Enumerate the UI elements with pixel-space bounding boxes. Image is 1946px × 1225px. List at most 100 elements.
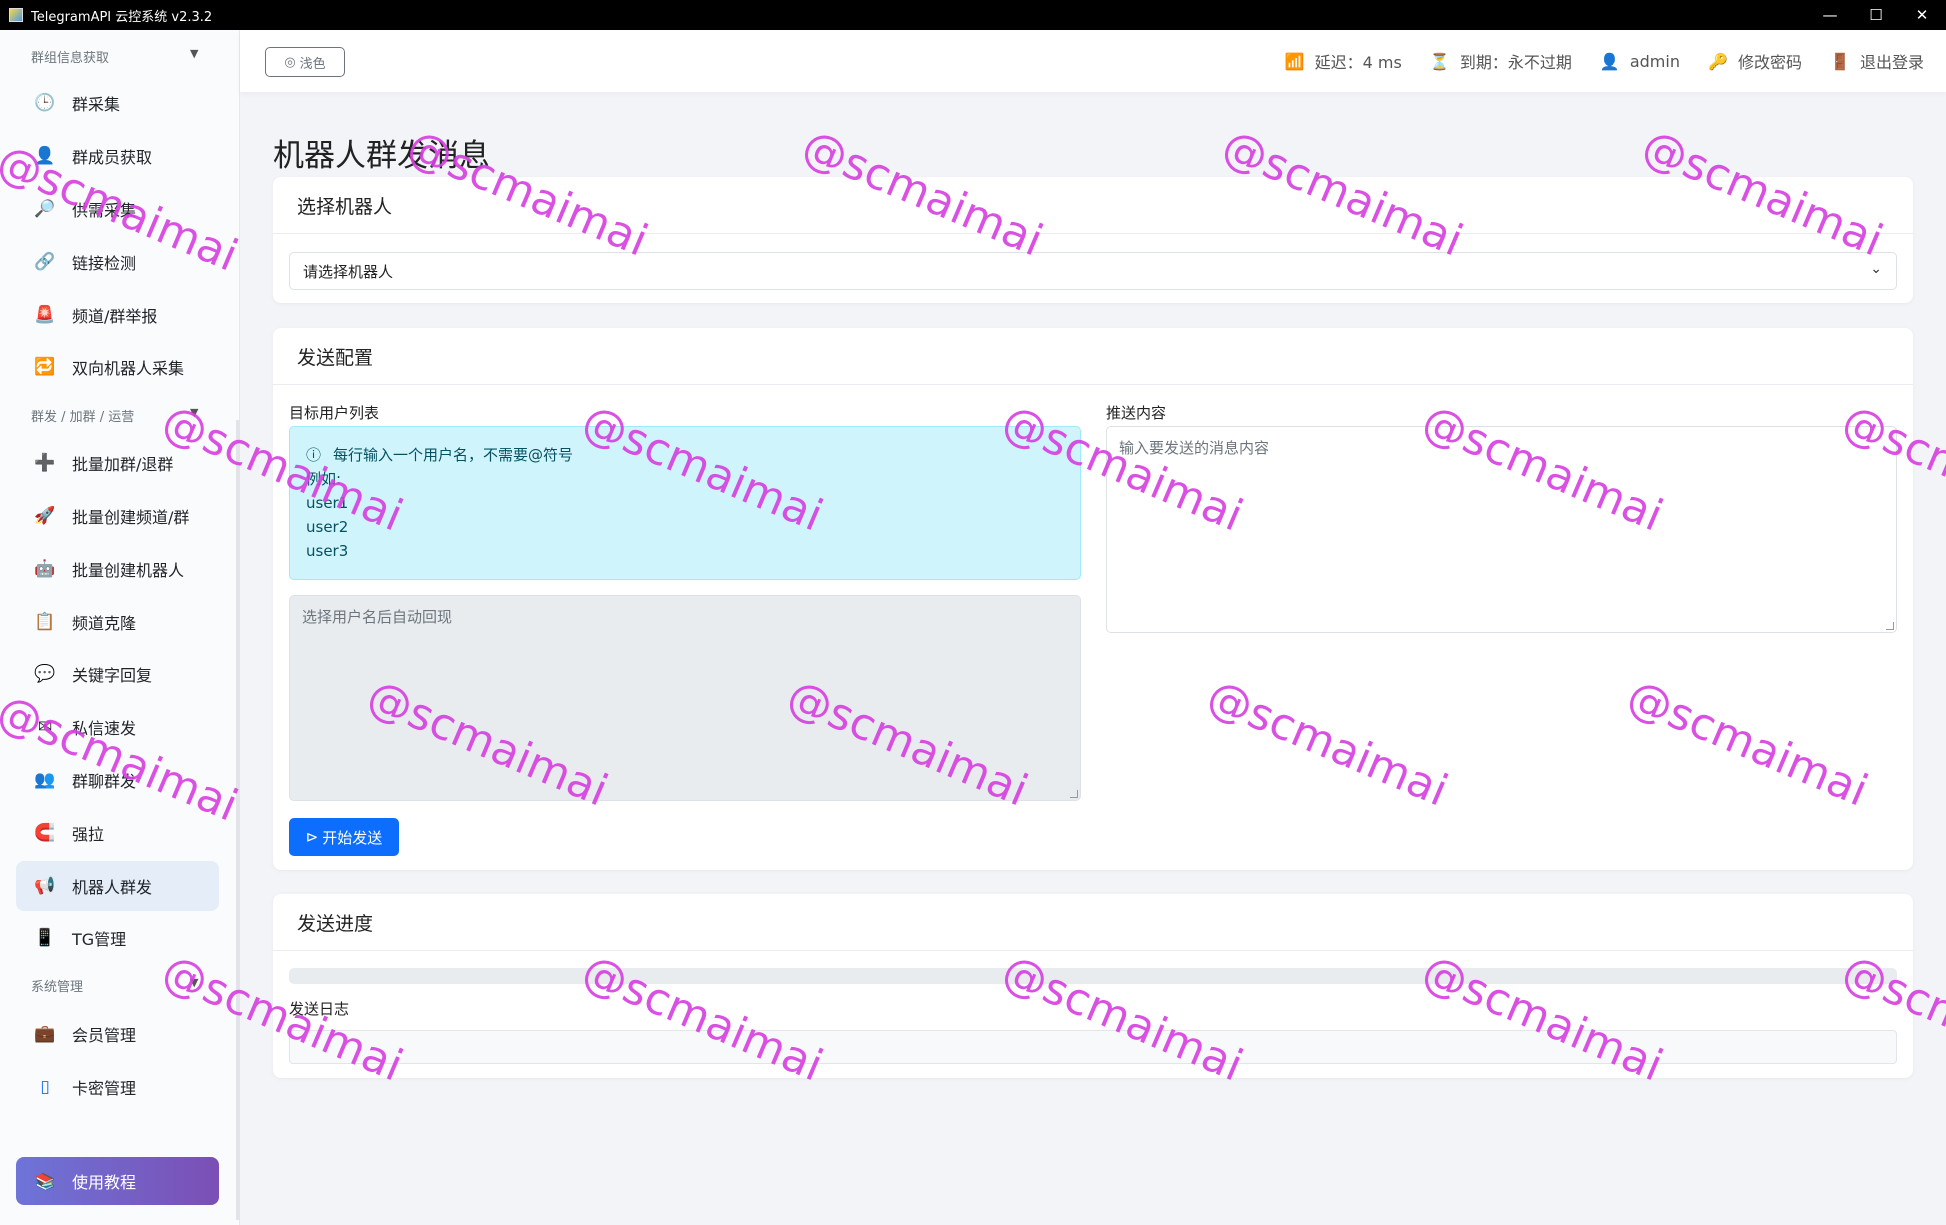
sidebar-item-member-fetch[interactable]: 👤 群成员获取: [16, 131, 219, 181]
chevron-down-icon[interactable]: ▼: [190, 47, 198, 60]
chevron-down-icon: ⌄: [1870, 261, 1882, 277]
sidebar-item-card-manage[interactable]: ▯ 卡密管理: [16, 1062, 219, 1112]
clock-icon: 🕒: [34, 93, 56, 113]
link-icon: 🔗: [34, 252, 56, 272]
bot-select-value: 请选择机器人: [303, 262, 394, 281]
magnifier-icon: 🔎: [34, 199, 56, 219]
card-icon: ▯: [40, 1077, 50, 1097]
create-icon: 🚀: [34, 506, 56, 526]
user-icon: 👤: [34, 146, 56, 166]
resize-handle[interactable]: [1070, 790, 1078, 798]
app-icon: [9, 8, 23, 22]
card-title: 发送配置: [273, 328, 1913, 385]
sidebar-section-operations[interactable]: 群发 / 加群 / 运营: [31, 406, 134, 425]
sidebar-item-link-check[interactable]: 🔗 链接检测: [16, 237, 219, 287]
chevron-down-icon[interactable]: ▼: [190, 976, 198, 989]
info-example-label: 例如:: [306, 470, 342, 488]
sidebar-item-label: 关键字回复: [72, 666, 153, 685]
sidebar-item-label: 机器人群发: [72, 878, 153, 897]
sidebar-item-label: 强拉: [72, 825, 105, 844]
card-title: 发送进度: [273, 894, 1913, 951]
magnet-icon: 🧲: [34, 823, 56, 843]
start-send-button[interactable]: ⊳ 开始发送: [289, 818, 399, 856]
key-icon: 🔑: [1708, 51, 1728, 71]
push-content-label: 推送内容: [1106, 404, 1167, 422]
sidebar-item-batch-create-bot[interactable]: 🤖 批量创建机器人: [16, 544, 219, 594]
sidebar-item-label: 群聊群发: [72, 772, 137, 791]
sidebar-item-group-broadcast[interactable]: 👥 群聊群发: [16, 755, 219, 805]
send-config-card: 发送配置 目标用户列表 ⓘ 每行输入一个用户名，不需要@符号 例如: user1…: [273, 328, 1913, 870]
top-header: ◎ 浅色 📶 延迟：4 ms ⏳ 到期：永不过期 👤 admin 🔑 修改密码 …: [240, 30, 1946, 92]
page-title: 机器人群发消息: [273, 138, 490, 174]
header-status-bar: 📶 延迟：4 ms ⏳ 到期：永不过期 👤 admin 🔑 修改密码 🚪 退出登…: [1257, 30, 1924, 92]
robot-icon: 🤖: [34, 559, 56, 579]
username: admin: [1629, 51, 1680, 71]
megaphone-icon: 📢: [34, 876, 56, 896]
latency-text: 延迟：4 ms: [1314, 53, 1402, 72]
minimize-button[interactable]: —: [1807, 0, 1853, 30]
chevron-down-icon[interactable]: ▼: [190, 406, 198, 419]
tutorial-button[interactable]: 📚 使用教程: [16, 1157, 219, 1205]
sidebar-item-label: TG管理: [72, 930, 127, 949]
card-title: 选择机器人: [273, 177, 1913, 234]
sidebar-item-label: 频道/群举报: [72, 307, 158, 326]
maximize-button[interactable]: ☐: [1853, 0, 1899, 30]
select-bot-card: 选择机器人 请选择机器人 ⌄: [273, 177, 1913, 303]
sidebar-item-label: 私信速发: [72, 719, 137, 738]
user-icon: 👤: [1599, 51, 1620, 71]
sidebar-item-label: 群成员获取: [72, 148, 153, 167]
theme-label: 浅色: [299, 56, 326, 72]
info-example: user1: [306, 494, 349, 512]
sidebar-item-keyword-reply[interactable]: 💬 关键字回复: [16, 649, 219, 699]
briefcase-icon: 💼: [34, 1024, 56, 1044]
window-title: TelegramAPI 云控系统 v2.3.2: [31, 9, 213, 25]
sidebar-item-tg-manage[interactable]: 📱 TG管理: [16, 913, 219, 963]
plus-icon: ➕: [34, 453, 56, 473]
clipboard-icon: 📋: [34, 612, 56, 632]
expiry-indicator: ⏳ 到期：永不过期: [1430, 49, 1572, 73]
push-content-textarea[interactable]: 输入要发送的消息内容: [1106, 426, 1897, 633]
sidebar-item-group-collect[interactable]: 🕒 群采集: [16, 78, 219, 128]
sidebar-item-dm-send[interactable]: ✉ 私信速发: [16, 702, 219, 752]
info-text: 每行输入一个用户名，不需要@符号: [333, 446, 574, 464]
sidebar-item-report[interactable]: 🚨 频道/群举报: [16, 290, 219, 340]
sidebar-item-label: 链接检测: [72, 254, 137, 273]
sidebar-item-batch-join[interactable]: ➕ 批量加群/退群: [16, 438, 219, 488]
book-icon: 📚: [35, 1171, 55, 1191]
sidebar-item-bot-broadcast[interactable]: 📢 机器人群发: [16, 861, 219, 911]
sidebar-item-channel-clone[interactable]: 📋 频道克隆: [16, 597, 219, 647]
sidebar-item-supply-collect[interactable]: 🔎 供需采集: [16, 184, 219, 234]
sidebar-item-member-manage[interactable]: 💼 会员管理: [16, 1009, 219, 1059]
sidebar-item-label: 供需采集: [72, 201, 137, 220]
sidebar-item-label: 群采集: [72, 95, 121, 114]
door-icon: 🚪: [1830, 51, 1850, 71]
sidebar-item-batch-create-channel[interactable]: 🚀 批量创建频道/群: [16, 491, 219, 541]
target-users-textarea[interactable]: 选择用户名后自动回现: [289, 595, 1081, 801]
logout-link[interactable]: 🚪 退出登录: [1830, 49, 1924, 73]
sidebar-scrollbar[interactable]: [236, 420, 240, 1220]
theme-toggle-button[interactable]: ◎ 浅色: [265, 47, 345, 77]
bot-select[interactable]: 请选择机器人 ⌄: [289, 252, 1897, 290]
sidebar-item-force-pull[interactable]: 🧲 强拉: [16, 808, 219, 858]
change-password-link[interactable]: 🔑 修改密码: [1708, 49, 1802, 73]
send-progress-card: 发送进度 发送日志: [273, 894, 1913, 1078]
info-example: user3: [306, 542, 349, 560]
target-users-label: 目标用户列表: [289, 404, 380, 422]
latency-indicator: 📶 延迟：4 ms: [1285, 49, 1402, 73]
sidebar-section-group-info[interactable]: 群组信息获取: [31, 47, 109, 66]
siren-icon: 🚨: [34, 305, 56, 325]
user-menu[interactable]: 👤 admin: [1600, 51, 1680, 71]
start-send-label: 开始发送: [322, 828, 383, 847]
resize-handle[interactable]: [1886, 622, 1894, 630]
theme-icon: ◎: [284, 54, 296, 70]
signal-icon: 📶: [1284, 51, 1305, 71]
send-log-label: 发送日志: [289, 1000, 350, 1018]
sidebar-item-bot-collect[interactable]: 🔁 双向机器人采集: [16, 342, 219, 392]
close-button[interactable]: ✕: [1899, 0, 1945, 30]
sidebar-section-system[interactable]: 系统管理: [31, 976, 83, 995]
info-example: user2: [306, 518, 349, 536]
tutorial-label: 使用教程: [72, 1173, 137, 1192]
window-titlebar: TelegramAPI 云控系统 v2.3.2 — ☐ ✕: [0, 0, 1946, 30]
target-users-placeholder: 选择用户名后自动回现: [302, 608, 453, 626]
sidebar-item-label: 批量创建频道/群: [72, 508, 190, 527]
